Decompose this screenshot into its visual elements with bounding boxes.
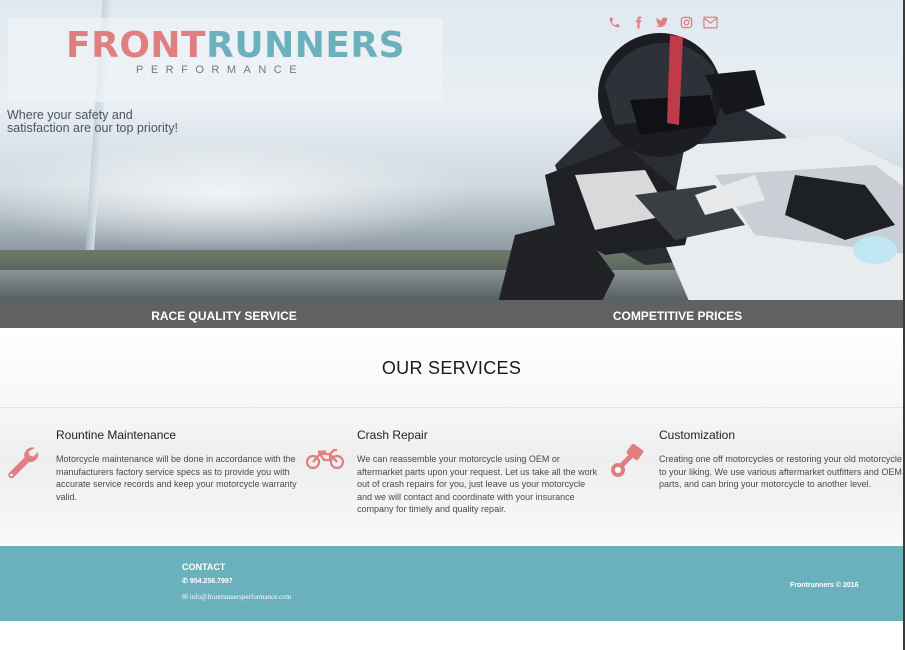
phone-icon[interactable] (606, 14, 622, 30)
motorcycle-icon (305, 446, 345, 475)
services-heading: OUR SERVICES (381, 358, 522, 378)
brand-logo[interactable]: FRONTRUNNERS (66, 26, 405, 66)
service-description: We can reassemble your motorcycle using … (357, 454, 598, 514)
service-title: Customization (659, 428, 736, 442)
facebook-icon[interactable] (630, 14, 646, 30)
wrench-icon (5, 444, 39, 485)
piston-icon (609, 443, 645, 485)
section-divider (0, 407, 903, 408)
service-title: Crash Repair (357, 428, 428, 442)
highlights-strip: RACE QUALITY SERVICE COMPETITIVE PRICES (0, 300, 903, 328)
motorcycle-rider-image (498, 33, 903, 300)
instagram-icon[interactable] (678, 14, 694, 30)
phone-icon: ✆ (182, 578, 190, 585)
service-card-maintenance: Rountine Maintenance Motorcycle maintena… (56, 428, 301, 503)
highlight-competitive-prices: COMPETITIVE PRICES (612, 309, 743, 323)
social-links (606, 14, 718, 30)
service-card-crash-repair: Crash Repair We can reassemble your moto… (357, 428, 602, 516)
service-description: Creating one off motorcycles or restorin… (659, 454, 902, 489)
footer-email[interactable]: ✉ info@frontrunnersperformance.com (182, 593, 291, 601)
logo-subtitle: PERFORMANCE (136, 64, 305, 76)
footer-contact-heading: CONTACT (182, 562, 226, 572)
footer-copyright: Frontrunners © 2016 (790, 582, 859, 589)
envelope-icon: ✉ (182, 593, 190, 601)
highlight-race-quality: RACE QUALITY SERVICE (151, 309, 297, 323)
footer-phone[interactable]: ✆ 954.256.7997 (182, 577, 233, 585)
service-card-customization: Customization Creating one off motorcycl… (659, 428, 904, 491)
service-title: Rountine Maintenance (56, 428, 177, 442)
footer-email-address: info@frontrunnersperformance.com (189, 593, 292, 601)
hero-tagline: Where your safety and satisfaction are o… (7, 109, 178, 135)
service-description: Motorcycle maintenance will be done in a… (56, 454, 297, 502)
logo-runners-text: RUNNERS (206, 25, 406, 66)
twitter-icon[interactable] (654, 14, 670, 30)
sky-cloud (0, 140, 480, 250)
logo-front-text: FRONT (66, 25, 207, 66)
email-icon[interactable] (702, 14, 718, 30)
tagline-line-2: satisfaction are our top priority! (7, 121, 178, 135)
footer-phone-number: 954.256.7997 (189, 578, 233, 585)
footer (0, 546, 903, 621)
